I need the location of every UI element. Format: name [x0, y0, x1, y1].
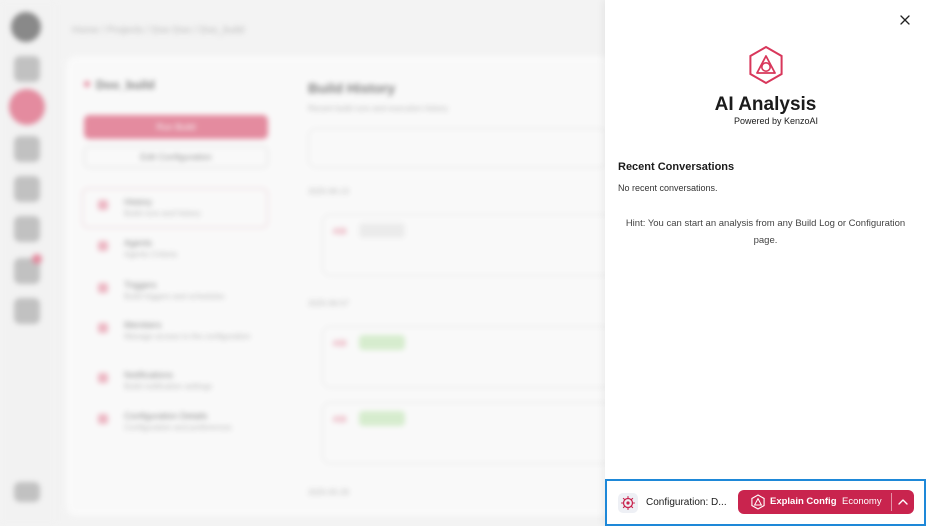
status-dot: [84, 81, 90, 87]
bell-icon: [98, 373, 108, 383]
hint-text: Hint: You can start an analysis from any…: [625, 218, 906, 246]
nav-icon-5[interactable]: [14, 216, 40, 242]
breadcrumb: Home / Projects / Doo Doo / Doo_build: [72, 25, 245, 36]
gear-icon: [98, 414, 108, 424]
build-history-subtitle: Recent build runs and execution history: [308, 104, 449, 113]
status-badge: [359, 223, 405, 238]
date-heading: 2025-06-13: [308, 187, 349, 196]
agents-icon: [98, 241, 108, 251]
button-divider: [891, 493, 892, 511]
ai-logo-icon: [750, 494, 766, 510]
explain-config-button[interactable]: Explain Config Economy: [738, 490, 914, 514]
powered-by: Powered by KenzoAI: [734, 116, 819, 126]
build-history-title: Build History: [308, 80, 396, 96]
close-icon[interactable]: [897, 12, 913, 28]
mode-label: Economy: [842, 496, 882, 507]
date-heading: 2025-06-07: [308, 299, 349, 308]
explain-config-label: Explain Config: [770, 496, 837, 507]
recent-conversations-empty: No recent conversations.: [618, 183, 718, 193]
analysis-footer: Configuration: D... Explain Config Econo…: [605, 479, 926, 526]
triggers-icon: [98, 283, 108, 293]
ai-analysis-panel: AI Analysis Powered by KenzoAI Recent Co…: [605, 0, 926, 526]
nav-icon-1[interactable]: [14, 56, 40, 82]
members-icon: [98, 323, 108, 333]
configuration-icon: [618, 493, 638, 513]
status-badge: [359, 335, 405, 350]
status-badge: [359, 411, 405, 426]
config-title: Doo_build: [96, 78, 155, 92]
nav-icon-7[interactable]: [14, 298, 40, 324]
date-heading: 2025-05-29: [308, 488, 349, 497]
notification-dot: [32, 254, 42, 264]
nav-rail: [0, 0, 56, 526]
build-run-card[interactable]: #15: [322, 402, 612, 464]
run-build-button[interactable]: Run Build: [84, 115, 268, 139]
chevron-up-icon[interactable]: [896, 494, 910, 510]
filter-bar[interactable]: [308, 128, 608, 168]
app-logo: [11, 12, 41, 42]
nav-selected-outline: [82, 188, 268, 228]
nav-icon-3[interactable]: [14, 136, 40, 162]
nav-icon-4[interactable]: [14, 176, 40, 202]
context-label: Configuration: D...: [646, 497, 727, 508]
ai-logo-icon: [746, 45, 786, 85]
recent-conversations-heading: Recent Conversations: [618, 161, 735, 173]
build-run-card[interactable]: #15: [322, 326, 612, 388]
history-icon: [98, 200, 108, 210]
collapse-icon[interactable]: [14, 482, 40, 502]
nav-icon-active[interactable]: [9, 89, 45, 125]
build-run-card[interactable]: #15: [322, 214, 612, 276]
panel-title: AI Analysis: [714, 94, 817, 115]
edit-configuration-button[interactable]: Edit Configuration: [84, 146, 268, 168]
